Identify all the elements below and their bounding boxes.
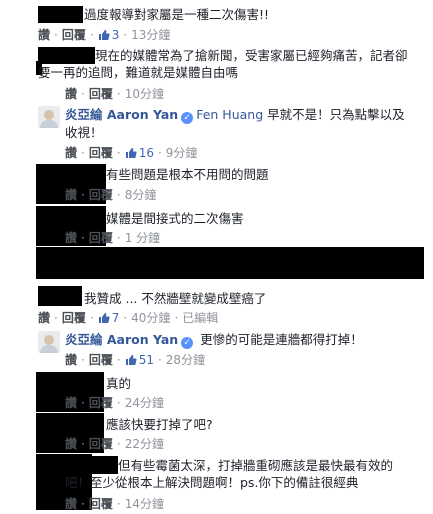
like-count-value: 3: [111, 28, 120, 42]
comment-text: 真的: [106, 376, 132, 391]
reply-link[interactable]: 回覆: [62, 27, 86, 43]
reply-link[interactable]: 回覆: [62, 310, 86, 326]
thumbs-up-icon: [98, 30, 110, 40]
timestamp[interactable]: 22分鐘: [125, 436, 164, 452]
like-link[interactable]: 讚: [65, 436, 77, 452]
separator-dot: ·: [116, 188, 121, 202]
reply-link[interactable]: 回覆: [89, 352, 113, 368]
separator-dot: ·: [157, 353, 162, 367]
comment-actions: 讚 · 回覆 · 24分鐘: [65, 395, 164, 411]
comment-actions: 讚 · 回覆 · 10分鐘: [65, 86, 164, 102]
separator-dot: ·: [123, 311, 128, 325]
comment-text: 我贊成 ... 不然牆壁就變成壁癌了: [84, 291, 267, 306]
reply-link[interactable]: 回覆: [89, 145, 113, 161]
separator-dot: ·: [81, 353, 85, 367]
reply-link[interactable]: 回覆: [89, 496, 113, 512]
separator-dot: ·: [81, 188, 85, 202]
like-link[interactable]: 讚: [65, 230, 77, 246]
comment-actions: 讚 · 回覆 · 51 · 28分鐘: [65, 352, 205, 368]
comment-text: 現在的媒體常為了搶新聞，受害家屬已經夠痛苦，記者卻要一再的追問，難道就是媒體自由…: [38, 48, 408, 80]
reply-link[interactable]: 回覆: [89, 395, 113, 411]
timestamp[interactable]: 40分鐘: [131, 310, 170, 326]
separator-dot: ·: [81, 87, 85, 101]
reply-link[interactable]: 回覆: [89, 436, 113, 452]
comment-text: 媒體是間接式的二次傷害: [106, 211, 244, 226]
timestamp[interactable]: 24分鐘: [125, 395, 164, 411]
comment-actions: 讚 · 回覆 · 8分鐘: [65, 187, 156, 203]
like-link[interactable]: 讚: [65, 187, 77, 203]
separator-dot: ·: [174, 311, 179, 325]
separator-dot: ·: [123, 28, 128, 42]
like-count[interactable]: 3: [98, 27, 120, 43]
comment-actions: 讚 · 回覆 · 3 · 13分鐘: [38, 27, 170, 43]
thumbs-up-icon: [98, 313, 110, 323]
separator-dot: ·: [116, 437, 121, 451]
reply-link[interactable]: 回覆: [89, 187, 113, 203]
timestamp[interactable]: 13分鐘: [131, 27, 170, 43]
separator-dot: ·: [81, 497, 85, 511]
like-link[interactable]: 讚: [65, 352, 77, 368]
like-link[interactable]: 讚: [38, 310, 50, 326]
redacted-block: [36, 247, 424, 279]
like-link[interactable]: 讚: [65, 496, 77, 512]
comment-text: 更慘的可能是連牆都得打掉！: [200, 332, 363, 347]
thumbs-up-icon: [125, 355, 137, 365]
timestamp[interactable]: 9分鐘: [166, 145, 198, 161]
verified-badge-icon: ✓: [181, 112, 194, 124]
reply-link[interactable]: 回覆: [89, 230, 113, 246]
timestamp[interactable]: 10分鐘: [125, 86, 164, 102]
separator-dot: ·: [81, 437, 85, 451]
separator-dot: ·: [81, 231, 85, 245]
separator-dot: ·: [116, 87, 121, 101]
comment-text: 應該快要打掉了吧?: [106, 417, 213, 432]
like-count[interactable]: 7: [98, 310, 120, 326]
like-count-value: 7: [111, 311, 120, 325]
separator-dot: ·: [116, 353, 121, 367]
comment-actions: 讚 · 回覆 · 22分鐘: [65, 436, 164, 452]
separator-dot: ·: [81, 396, 85, 410]
separator-dot: ·: [116, 231, 121, 245]
verified-badge-icon: ✓: [181, 337, 194, 349]
author-name[interactable]: 炎亞綸 Aaron Yan: [65, 107, 178, 122]
like-count-value: 51: [138, 353, 154, 367]
like-count-value: 16: [138, 146, 154, 160]
author-name[interactable]: 炎亞綸 Aaron Yan: [65, 332, 178, 347]
redacted-name: [38, 6, 83, 23]
timestamp[interactable]: 1 分鐘: [125, 230, 160, 246]
timestamp[interactable]: 28分鐘: [166, 352, 205, 368]
profile-avatar[interactable]: [38, 106, 60, 128]
comment-actions: 讚 · 回覆 · 16 · 9分鐘: [65, 145, 197, 161]
like-count[interactable]: 51: [125, 352, 154, 368]
comment-text: 有些問題是根本不用問的問題: [106, 167, 269, 182]
separator-dot: ·: [54, 311, 58, 325]
separator-dot: ·: [116, 146, 121, 160]
reply-content: 炎亞綸 Aaron Yan ✓ Fen Huang 早就不是！只為點擊以及收視！: [65, 106, 415, 141]
like-link[interactable]: 讚: [65, 145, 77, 161]
separator-dot: ·: [89, 28, 94, 42]
separator-dot: ·: [54, 28, 58, 42]
separator-dot: ·: [157, 146, 162, 160]
comment-actions: 讚 · 回覆 · 1 分鐘: [65, 230, 160, 246]
comment-actions: 讚 · 回覆 · 14分鐘: [65, 496, 164, 512]
reply-content: 炎亞綸 Aaron Yan ✓ 更慘的可能是連牆都得打掉！: [65, 331, 363, 349]
separator-dot: ·: [89, 311, 94, 325]
edited-label[interactable]: 已編輯: [182, 310, 218, 326]
timestamp[interactable]: 8分鐘: [125, 187, 157, 203]
mention-link[interactable]: Fen Huang: [196, 107, 263, 122]
like-link[interactable]: 讚: [65, 395, 77, 411]
thumbs-up-icon: [125, 148, 137, 158]
like-count[interactable]: 16: [125, 145, 154, 161]
separator-dot: ·: [116, 497, 121, 511]
like-link[interactable]: 讚: [65, 86, 77, 102]
timestamp[interactable]: 14分鐘: [125, 496, 164, 512]
comment-text: 過度報導對家屬是一種二次傷害!!: [84, 7, 270, 22]
comment-actions: 讚 · 回覆 · 7 · 40分鐘 · 已編輯: [38, 310, 218, 326]
reply-link[interactable]: 回覆: [89, 86, 113, 102]
comment-text: 但有些霉菌太深，打掉牆重砌應該是最快最有效的吧！至少從根本上解決問題啊！ps.你…: [65, 458, 394, 490]
separator-dot: ·: [116, 396, 121, 410]
separator-dot: ·: [81, 146, 85, 160]
redacted-name: [38, 286, 82, 306]
like-link[interactable]: 讚: [38, 27, 50, 43]
profile-avatar[interactable]: [38, 331, 60, 353]
